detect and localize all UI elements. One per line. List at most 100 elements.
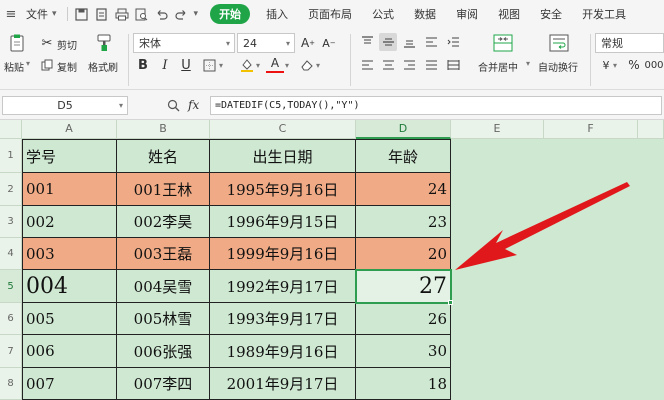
comma-style-icon[interactable]: 000: [644, 56, 663, 74]
tab-formulas[interactable]: 公式: [362, 4, 404, 24]
row-header-5[interactable]: 5: [0, 270, 22, 303]
table-cell-id[interactable]: 003: [22, 238, 117, 270]
table-cell-birth[interactable]: 1993年9月17日: [210, 303, 356, 335]
table-cell-age[interactable]: 24: [356, 173, 451, 206]
column-header-e[interactable]: E: [451, 120, 544, 139]
table-cell-name[interactable]: 006张强: [117, 335, 210, 368]
justify-icon[interactable]: [422, 56, 440, 74]
redo-icon[interactable]: [172, 4, 192, 24]
table-cell-birth[interactable]: 1995年9月16日: [210, 173, 356, 206]
copy-button[interactable]: 复制: [57, 59, 77, 74]
column-header-g[interactable]: [638, 120, 664, 139]
tab-data[interactable]: 数据: [404, 4, 446, 24]
table-cell-birth[interactable]: 1996年9月15日: [210, 206, 356, 238]
percent-icon[interactable]: %: [625, 56, 643, 74]
tab-home[interactable]: 开始: [210, 4, 251, 24]
font-name-select[interactable]: 宋体 ▾: [133, 33, 235, 53]
align-left-icon[interactable]: [358, 56, 376, 74]
row-header-8[interactable]: 8: [0, 368, 22, 400]
table-cell-birth[interactable]: 1989年9月16日: [210, 335, 356, 368]
distributed-icon[interactable]: [444, 56, 462, 74]
export-pdf-icon[interactable]: [92, 4, 112, 24]
row-header-6[interactable]: 6: [0, 303, 22, 335]
table-cell-age[interactable]: 30: [356, 335, 451, 368]
tab-page-layout[interactable]: 页面布局: [298, 4, 362, 24]
table-cell-age[interactable]: 20: [356, 238, 451, 270]
save-icon[interactable]: [72, 4, 92, 24]
underline-icon[interactable]: U: [177, 56, 195, 74]
table-cell-id[interactable]: 007: [22, 368, 117, 400]
table-cell-id[interactable]: 005: [22, 303, 117, 335]
font-size-select[interactable]: 24 ▾: [237, 33, 295, 53]
table-cell-id[interactable]: 002: [22, 206, 117, 238]
font-color-icon[interactable]: A: [266, 55, 284, 73]
menu-icon[interactable]: ≡: [0, 7, 22, 22]
table-cell-name[interactable]: 003王磊: [117, 238, 210, 270]
chevron-down-icon[interactable]: ▾: [316, 61, 320, 70]
select-all-corner[interactable]: [0, 120, 22, 139]
zoom-formula-icon[interactable]: [164, 96, 182, 114]
tab-review[interactable]: 审阅: [446, 4, 488, 24]
border-icon[interactable]: [200, 56, 218, 74]
header-cell-id[interactable]: 学号: [22, 139, 117, 173]
wrap-text-button[interactable]: 自动换行: [538, 59, 578, 74]
column-header-a[interactable]: A: [22, 120, 117, 139]
row-header-7[interactable]: 7: [0, 335, 22, 368]
tab-developer[interactable]: 开发工具: [572, 4, 636, 24]
fill-handle[interactable]: [448, 300, 453, 305]
column-header-b[interactable]: B: [117, 120, 210, 139]
align-bottom-icon[interactable]: [400, 33, 418, 51]
file-menu[interactable]: 文件: [22, 6, 52, 22]
wrap-text-icon[interactable]: [548, 33, 570, 53]
chevron-down-icon[interactable]: ▾: [256, 61, 260, 70]
print-icon[interactable]: [112, 4, 132, 24]
merge-center-button[interactable]: 合并居中: [478, 59, 518, 74]
copy-icon[interactable]: [40, 56, 54, 74]
number-format-select[interactable]: 常规: [595, 33, 664, 53]
table-cell-age[interactable]: 18: [356, 368, 451, 400]
indent-icon[interactable]: [444, 33, 462, 51]
bold-icon[interactable]: B: [134, 56, 152, 74]
header-cell-birth[interactable]: 出生日期: [210, 139, 356, 173]
chevron-down-icon[interactable]: ▾: [194, 9, 199, 19]
table-cell-age[interactable]: 26: [356, 303, 451, 335]
align-right-icon[interactable]: [400, 56, 418, 74]
row-header-3[interactable]: 3: [0, 206, 22, 238]
table-cell-id[interactable]: 001: [22, 173, 117, 206]
undo-icon[interactable]: [152, 4, 172, 24]
table-cell-age[interactable]: 23: [356, 206, 451, 238]
header-cell-name[interactable]: 姓名: [117, 139, 210, 173]
table-cell-name[interactable]: 004吴雪: [117, 270, 210, 303]
italic-icon[interactable]: I: [156, 56, 174, 74]
align-middle-icon[interactable]: [379, 33, 397, 51]
column-header-f[interactable]: F: [544, 120, 638, 139]
chevron-down-icon[interactable]: ▾: [219, 61, 223, 70]
name-box[interactable]: D5 ▾: [2, 96, 128, 115]
cut-button[interactable]: 剪切: [57, 37, 77, 52]
table-cell-id[interactable]: 006: [22, 335, 117, 368]
chevron-down-icon[interactable]: ▾: [26, 59, 30, 68]
format-painter-icon[interactable]: [93, 32, 115, 54]
chevron-down-icon[interactable]: ▾: [613, 61, 617, 70]
tab-security[interactable]: 安全: [530, 4, 572, 24]
eraser-icon[interactable]: [298, 56, 316, 74]
table-cell-birth[interactable]: 2001年9月17日: [210, 368, 356, 400]
chevron-down-icon[interactable]: ▾: [526, 59, 530, 68]
paste-button[interactable]: 粘贴: [4, 59, 24, 74]
table-cell-id[interactable]: 004: [22, 270, 117, 303]
row-header-1[interactable]: 1: [0, 139, 22, 173]
column-header-d[interactable]: D: [356, 120, 451, 139]
merge-center-icon[interactable]: [492, 33, 514, 53]
tab-view[interactable]: 视图: [488, 4, 530, 24]
table-cell-birth[interactable]: 1992年9月17日: [210, 270, 356, 303]
table-cell-name[interactable]: 001王林: [117, 173, 210, 206]
print-preview-icon[interactable]: [132, 4, 152, 24]
column-header-c[interactable]: C: [210, 120, 356, 139]
header-cell-age[interactable]: 年龄: [356, 139, 451, 173]
chevron-down-icon[interactable]: ▾: [52, 9, 57, 19]
row-header-2[interactable]: 2: [0, 173, 22, 206]
table-cell-birth[interactable]: 1999年9月16日: [210, 238, 356, 270]
formula-input[interactable]: =DATEDIF(C5,TODAY(),"Y"): [210, 96, 662, 115]
table-cell-age-selected[interactable]: 27: [356, 270, 451, 303]
fill-color-icon[interactable]: [238, 56, 256, 74]
